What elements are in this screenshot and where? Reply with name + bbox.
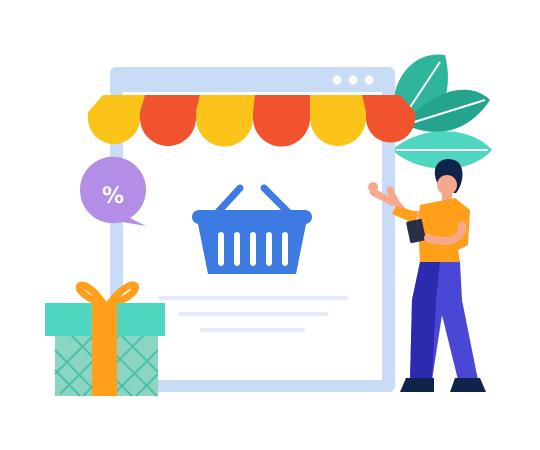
window-dot-1 (332, 75, 342, 85)
right-shoe (450, 378, 486, 392)
window-dot-3 (364, 75, 374, 85)
illustration-canvas: % (45, 54, 492, 397)
shopping-illustration: % (0, 0, 540, 450)
window-dot-2 (348, 75, 358, 85)
left-shoe (400, 378, 434, 392)
discount-percent-label: % (102, 184, 124, 209)
